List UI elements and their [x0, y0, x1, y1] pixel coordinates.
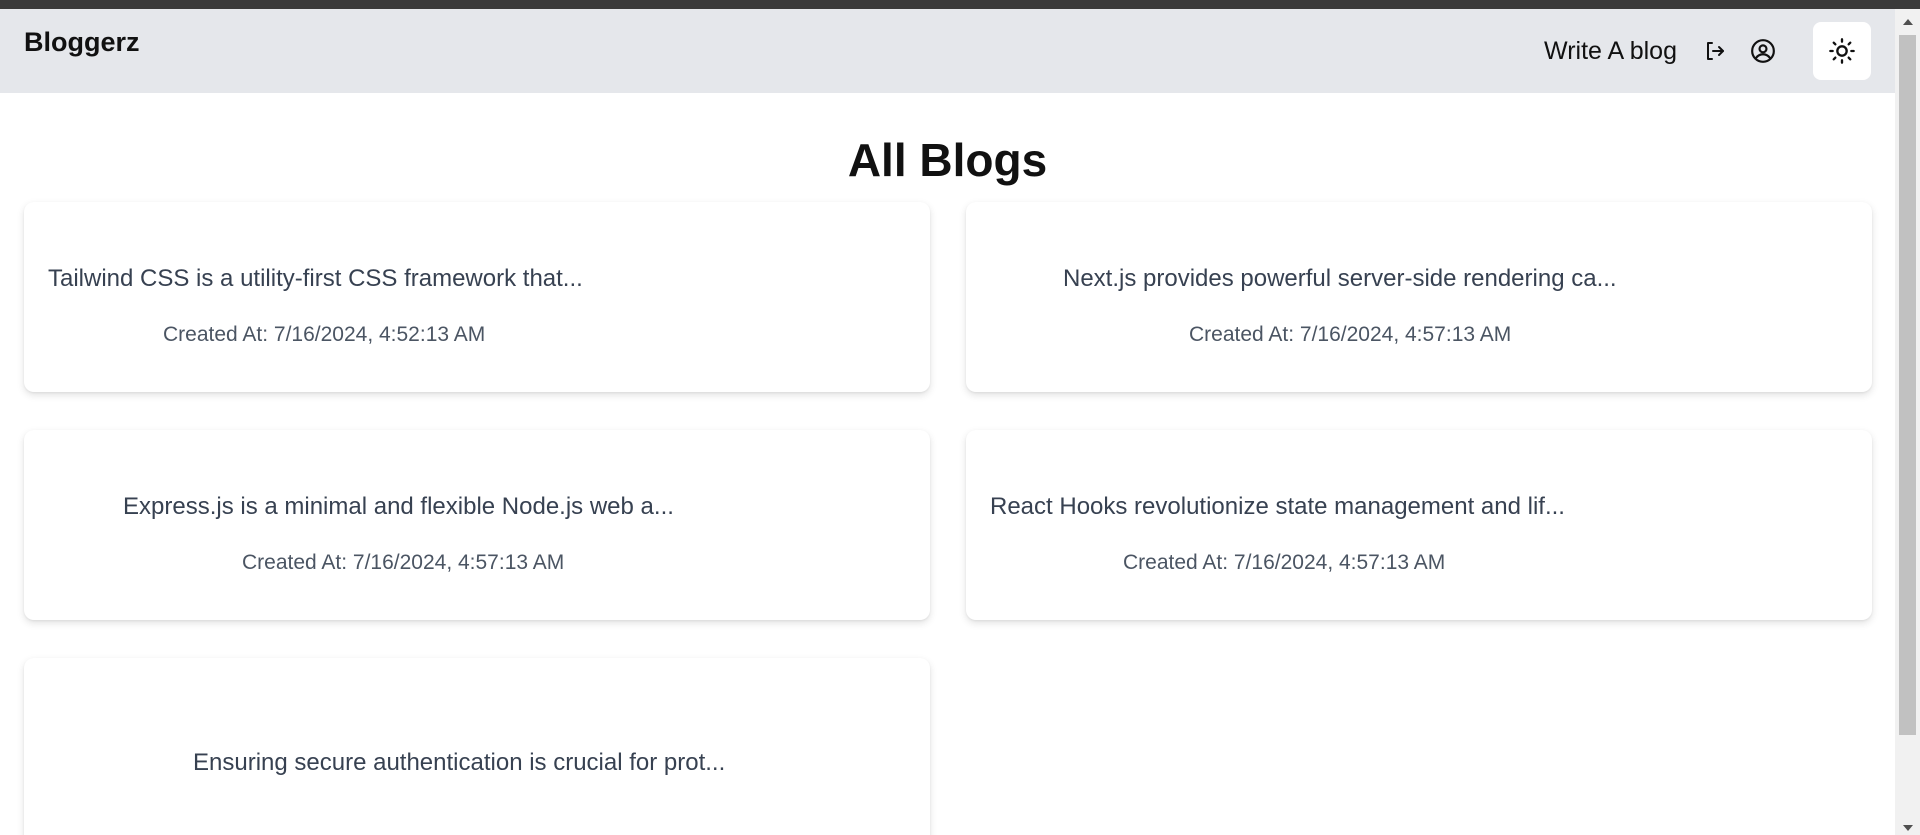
page-title: All Blogs: [847, 134, 1048, 186]
blog-excerpt: Next.js provides powerful server-side re…: [1063, 265, 1617, 292]
blog-created-at: Created At: 7/16/2024, 4:57:13 AM: [1123, 551, 1446, 574]
page: Bloggerz Write A blog All Blogs Tailwind…: [0, 9, 1895, 835]
blog-created-at: Created At: 7/16/2024, 4:57:13 AM: [242, 551, 565, 574]
blog-created-at: Created At: 7/16/2024, 4:52:13 AM: [163, 323, 486, 346]
blog-excerpt: React Hooks revolutionize state manageme…: [990, 493, 1565, 520]
blog-card[interactable]: Express.js is a minimal and flexible Nod…: [24, 430, 930, 620]
blog-excerpt: Ensuring secure authentication is crucia…: [193, 749, 726, 776]
brand-logo[interactable]: Bloggerz: [24, 27, 140, 58]
sun-icon: [1828, 37, 1856, 65]
blog-card[interactable]: Ensuring secure authentication is crucia…: [24, 658, 930, 835]
scroll-up-arrow-icon[interactable]: [1903, 19, 1913, 25]
navbar: Bloggerz Write A blog: [0, 9, 1895, 93]
user-circle-icon[interactable]: [1749, 37, 1777, 65]
nav-actions: Write A blog: [1544, 22, 1871, 80]
scroll-down-arrow-icon[interactable]: [1903, 825, 1913, 831]
scrollbar-thumb[interactable]: [1899, 35, 1916, 735]
blog-card[interactable]: Next.js provides powerful server-side re…: [966, 202, 1872, 392]
write-blog-link[interactable]: Write A blog: [1544, 37, 1677, 66]
blog-excerpt: Express.js is a minimal and flexible Nod…: [123, 493, 674, 520]
scrollbar[interactable]: [1895, 9, 1920, 835]
theme-toggle-button[interactable]: [1813, 22, 1871, 80]
window-top-strip: [0, 0, 1920, 9]
blog-created-at: Created At: 7/16/2024, 4:57:13 AM: [1189, 323, 1512, 346]
blog-card[interactable]: Tailwind CSS is a utility-first CSS fram…: [24, 202, 930, 392]
blog-excerpt: Tailwind CSS is a utility-first CSS fram…: [48, 265, 583, 292]
logout-icon[interactable]: [1701, 37, 1729, 65]
blog-card[interactable]: React Hooks revolutionize state manageme…: [966, 430, 1872, 620]
